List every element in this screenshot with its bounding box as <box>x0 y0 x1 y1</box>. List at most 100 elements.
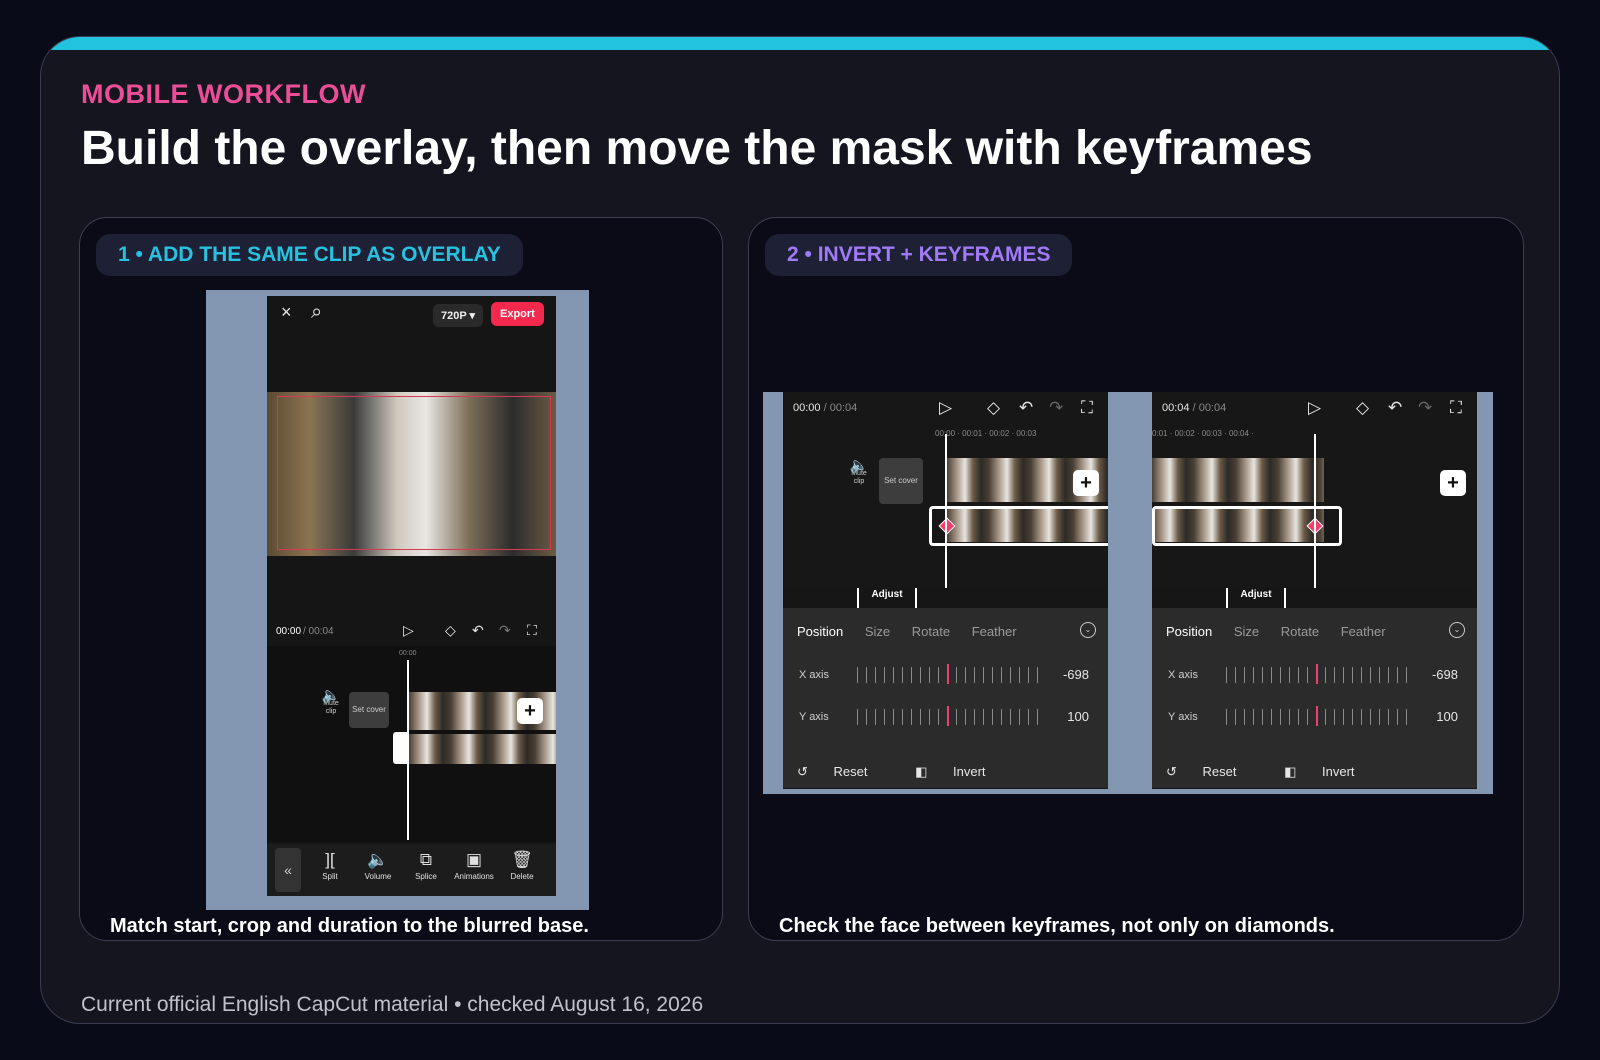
invert-button[interactable]: ◧ Invert <box>915 764 1007 779</box>
y-axis-marker[interactable] <box>947 706 949 726</box>
tab-position[interactable]: Position <box>797 624 843 639</box>
panel-caption: Check the face between keyframes, not on… <box>779 915 1335 937</box>
tab-rotate[interactable]: Rotate <box>912 624 950 639</box>
fullscreen-icon[interactable]: ⛶ <box>527 622 537 639</box>
collapse-icon[interactable]: ⌄ <box>1449 622 1465 638</box>
adjust-tab[interactable]: Adjust <box>857 588 917 608</box>
screenshot-keyframes: 00:00 / 00:04 ▷ ◇ ↶ ↷ ⛶ 00:00 · 00:01 · … <box>763 392 1493 794</box>
playhead[interactable] <box>407 660 409 840</box>
overlay-selection[interactable] <box>929 506 1108 546</box>
invert-icon: ◧ <box>915 764 932 779</box>
x-axis-slider[interactable]: X axis -698 <box>1168 664 1468 686</box>
playhead[interactable] <box>945 434 947 590</box>
play-icon[interactable]: ▷ <box>1308 398 1321 418</box>
mute-clip-button[interactable]: 🔈 Mute clip <box>319 688 343 716</box>
keyframe-icon[interactable]: ◇ <box>1356 398 1369 418</box>
undo-icon[interactable]: ↶ <box>1388 398 1402 418</box>
ruler-label: 00:00 <box>399 650 417 657</box>
splice-icon: ⧉ <box>419 850 433 869</box>
x-axis-marker[interactable] <box>947 664 949 684</box>
tool-splice[interactable]: ⧉ Splice <box>401 850 451 881</box>
bottom-toolbar: « ][Split 🔈 Volume ⧉ Splice ▣ Animations 🗑 D… <box>267 844 556 896</box>
mask-shapes-row: Adjust <box>1152 588 1477 608</box>
tool-split[interactable]: ][Split <box>305 850 355 881</box>
close-icon[interactable]: × <box>281 302 292 323</box>
play-icon[interactable]: ▷ <box>403 622 414 639</box>
playhead[interactable] <box>1314 434 1316 590</box>
tab-size[interactable]: Size <box>1234 624 1259 639</box>
kicker: MOBILE WORKFLOW <box>81 79 366 109</box>
search-icon[interactable]: ⌕ <box>311 301 322 324</box>
reset-button[interactable]: ↺ Reset <box>797 764 889 779</box>
time-current: 00:00 <box>276 626 302 637</box>
tool-volume[interactable]: 🔈 Volume <box>353 850 403 881</box>
mask-adjust-panel: Position Size Rotate Feather ⌄ X axis -6… <box>783 608 1108 788</box>
y-axis-slider[interactable]: Y axis 100 <box>1168 706 1468 728</box>
volume-icon: 🔈 <box>367 850 389 869</box>
keyframe-icon[interactable]: ◇ <box>987 398 1000 418</box>
tab-feather[interactable]: Feather <box>1341 624 1386 639</box>
x-axis-label: X axis <box>799 669 829 681</box>
time-ruler: 00:00 · 00:01 · 00:02 · 00:03 <box>935 429 1037 438</box>
add-clip-button[interactable]: + <box>517 698 543 724</box>
set-cover-button[interactable]: Set cover <box>879 458 923 504</box>
set-cover-button[interactable]: Set cover <box>349 692 389 728</box>
tool-animations[interactable]: ▣ Animations <box>449 850 499 881</box>
mask-screen-end: 00:04 / 00:04 ▷ ◇ ↶ ↷ ⛶ 0:01 · 00:02 · 0… <box>1152 392 1477 789</box>
playback-controls: 00:00 / 00:04 ▷ ◇ ↶ ↷ ⛶ <box>267 622 556 642</box>
mute-clip-button[interactable]: 🔈 Mute clip <box>847 457 871 486</box>
undo-icon[interactable]: ↶ <box>1019 398 1033 418</box>
y-axis-ticks <box>1226 709 1411 725</box>
y-axis-label: Y axis <box>799 711 829 723</box>
y-axis-marker[interactable] <box>1316 706 1318 726</box>
time-ruler: 0:01 · 00:02 · 00:03 · 00:04 · <box>1152 429 1254 438</box>
tab-rotate[interactable]: Rotate <box>1281 624 1319 639</box>
redo-icon[interactable]: ↷ <box>1049 398 1063 418</box>
x-axis-value: -698 <box>1431 667 1458 682</box>
panel-title: 1 • ADD THE SAME CLIP AS OVERLAY <box>96 234 523 276</box>
adjust-tab[interactable]: Adjust <box>1226 588 1286 608</box>
resolution-dropdown[interactable]: 720P ▾ <box>433 304 484 327</box>
reset-button[interactable]: ↺ Reset <box>1166 764 1258 779</box>
invert-button[interactable]: ◧ Invert <box>1284 764 1376 779</box>
mask-screen-start: 00:00 / 00:04 ▷ ◇ ↶ ↷ ⛶ 00:00 · 00:01 · … <box>783 392 1108 789</box>
screenshot-overlay: × ⌕ 720P ▾ Export 00:00 / 00:04 ▷ ◇ ↶ ↷ … <box>206 290 589 910</box>
x-axis-ticks <box>857 667 1042 683</box>
fullscreen-icon[interactable]: ⛶ <box>1450 398 1462 418</box>
panel-overlay: 1 • ADD THE SAME CLIP AS OVERLAY × ⌕ 720… <box>79 217 723 941</box>
timecode: 00:04 / 00:04 <box>1162 402 1227 414</box>
mask-shapes-row: Adjust <box>783 588 1108 608</box>
add-clip-button[interactable]: + <box>1073 470 1099 496</box>
tab-feather[interactable]: Feather <box>972 624 1017 639</box>
back-icon[interactable]: « <box>275 848 301 892</box>
reset-icon: ↺ <box>1166 764 1181 779</box>
tab-position[interactable]: Position <box>1166 624 1212 639</box>
redo-icon[interactable]: ↷ <box>499 622 511 639</box>
tool-delete[interactable]: 🗑 Delete <box>497 850 547 881</box>
add-clip-button[interactable]: + <box>1440 470 1466 496</box>
redo-icon[interactable]: ↷ <box>1418 398 1432 418</box>
x-axis-marker[interactable] <box>1316 664 1318 684</box>
x-axis-label: X axis <box>1168 669 1198 681</box>
main-clip-track[interactable] <box>1152 458 1324 502</box>
collapse-icon[interactable]: ⌄ <box>1080 622 1096 638</box>
timeline[interactable]: 00:00 🔈 Mute clip Set cover + <box>267 646 556 842</box>
tab-size[interactable]: Size <box>865 624 890 639</box>
overlay-clip-track[interactable] <box>409 734 556 764</box>
undo-icon[interactable]: ↶ <box>472 622 484 639</box>
fullscreen-icon[interactable]: ⛶ <box>1081 398 1093 418</box>
export-button[interactable]: Export <box>491 302 544 326</box>
x-axis-slider[interactable]: X axis -698 <box>799 664 1099 686</box>
phone-editor: × ⌕ 720P ▾ Export 00:00 / 00:04 ▷ ◇ ↶ ↷ … <box>267 296 556 896</box>
y-axis-slider[interactable]: Y axis 100 <box>799 706 1099 728</box>
keyframe-icon[interactable]: ◇ <box>445 622 456 639</box>
y-axis-label: Y axis <box>1168 711 1198 723</box>
overlay-selection-frame <box>277 396 551 550</box>
panel-title: 2 • INVERT + KEYFRAMES <box>765 234 1073 276</box>
time-total: / 00:04 <box>303 626 334 637</box>
footer-note: Current official English CapCut material… <box>81 993 704 1016</box>
y-axis-ticks <box>857 709 1042 725</box>
x-axis-ticks <box>1226 667 1411 683</box>
play-icon[interactable]: ▷ <box>939 398 952 418</box>
speaker-icon: 🔈 <box>849 457 869 474</box>
